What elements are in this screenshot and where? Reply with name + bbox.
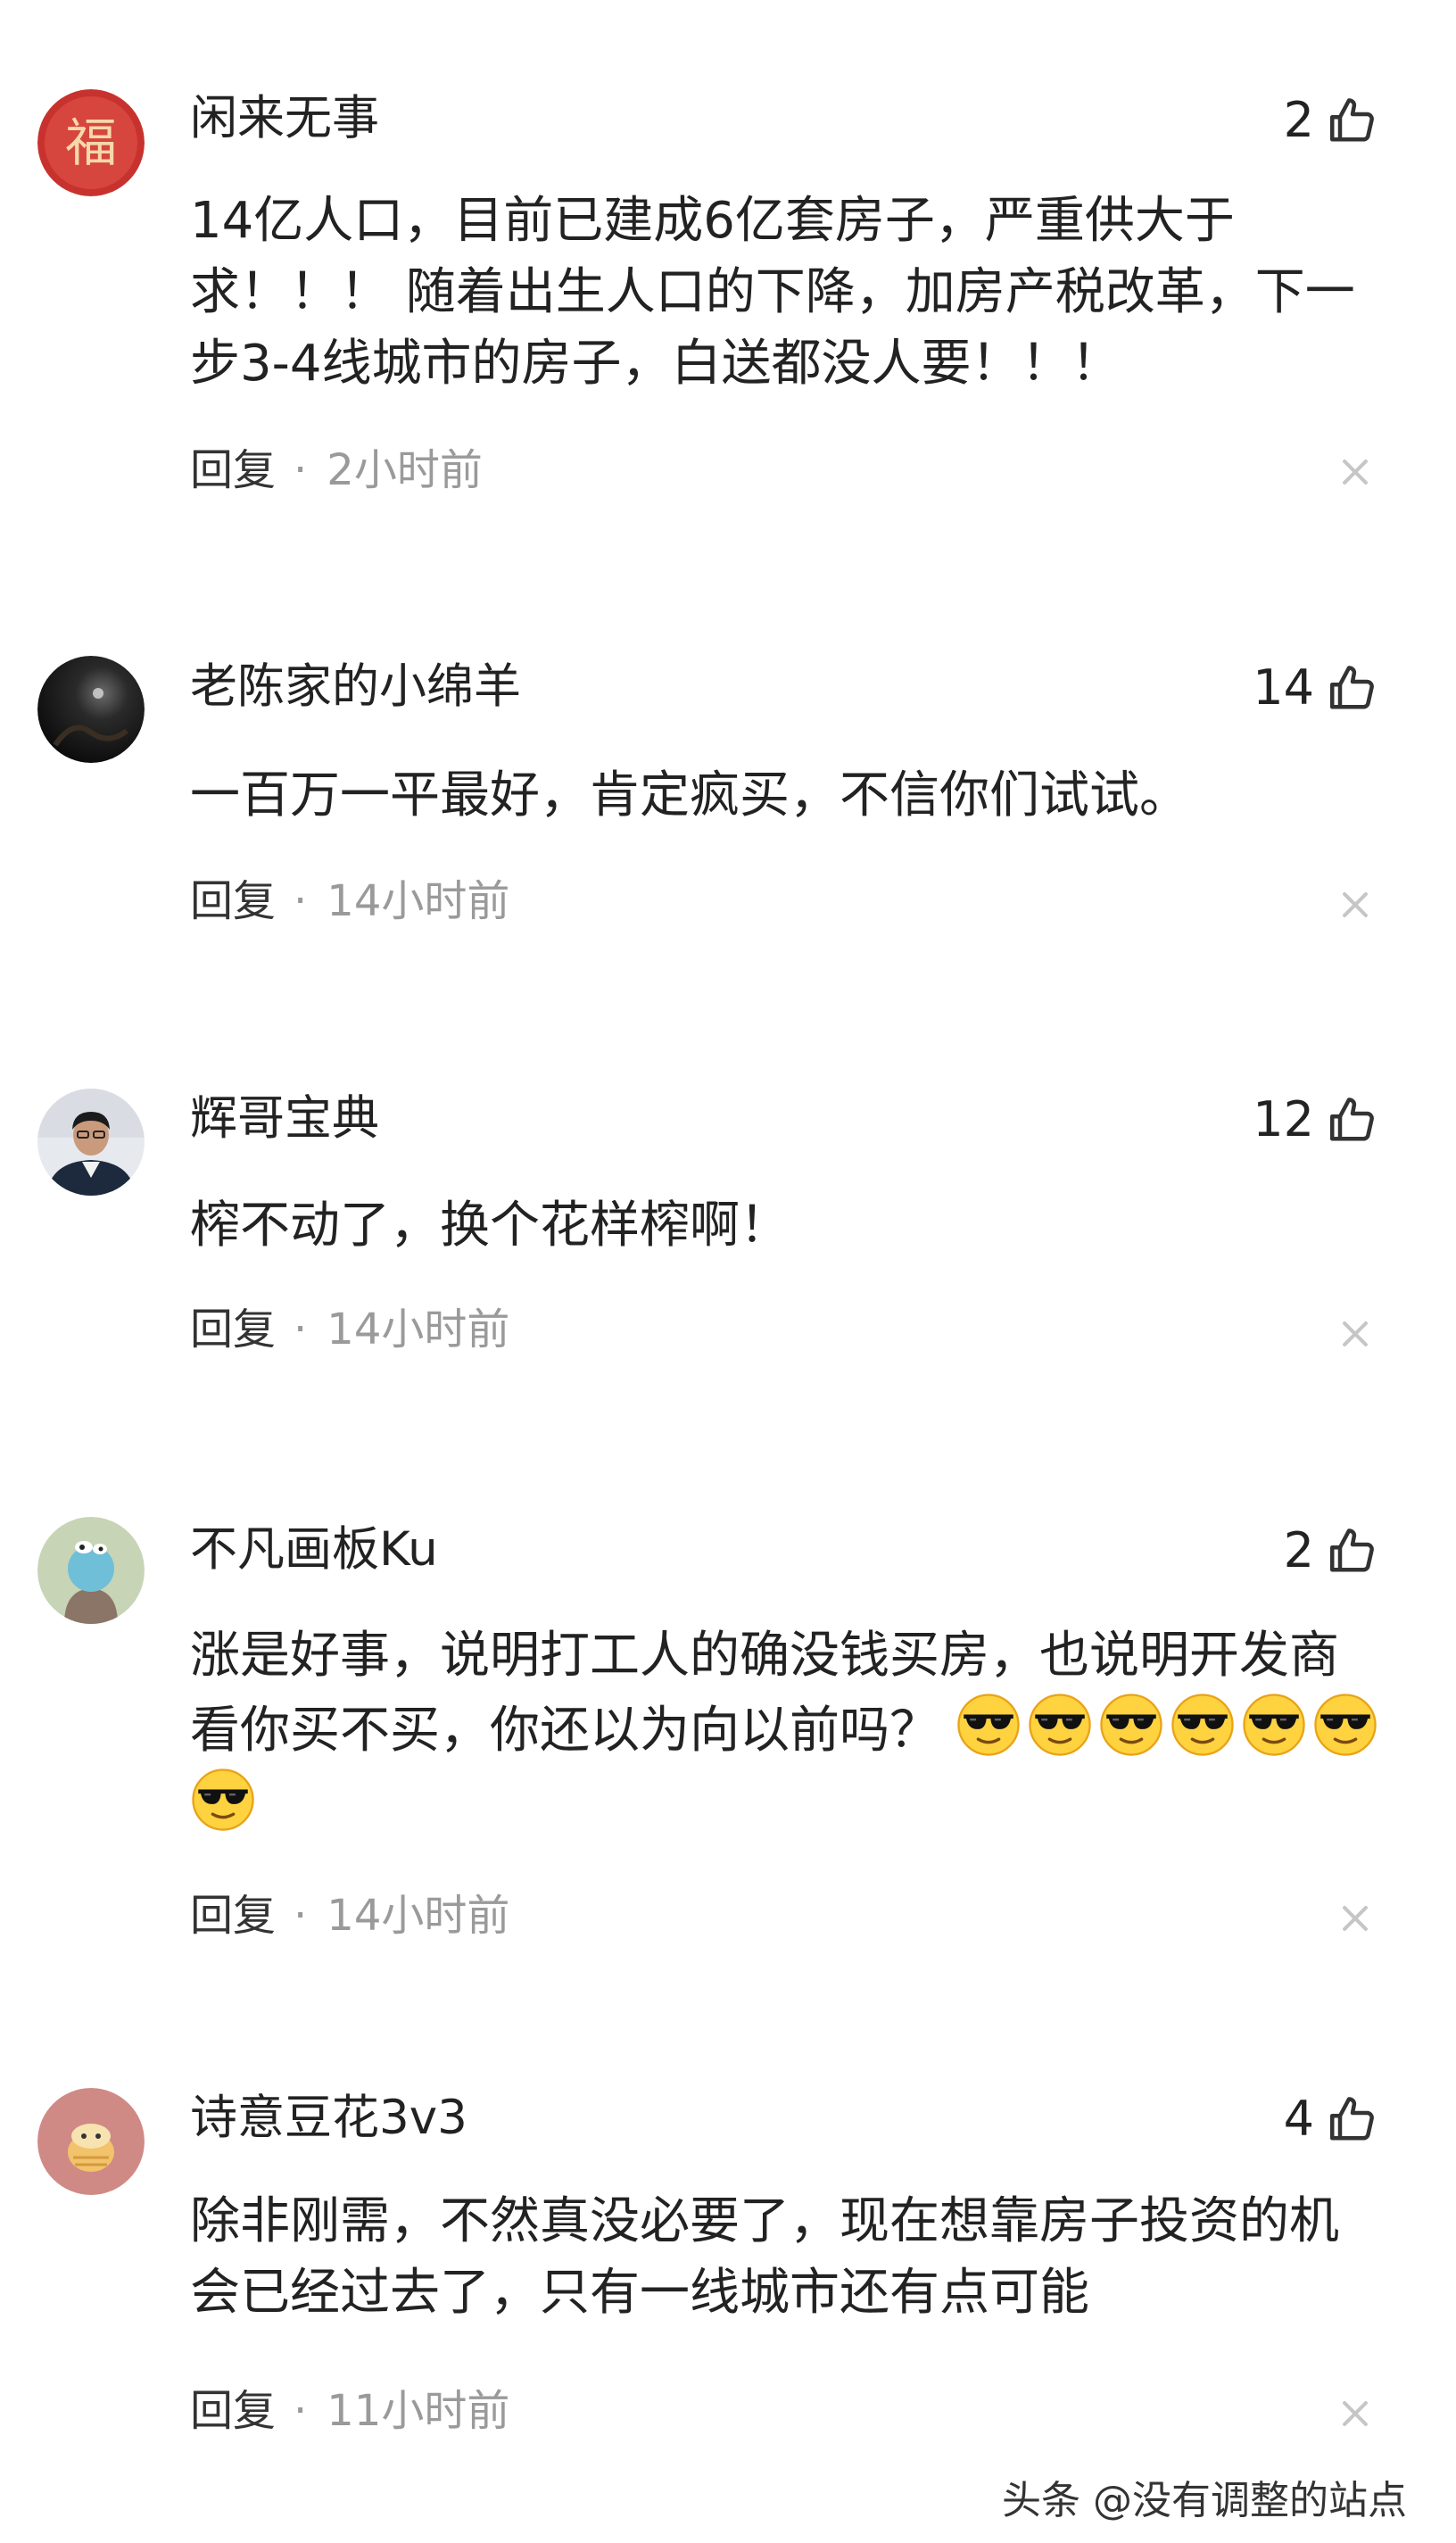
sunglasses-emoji xyxy=(192,1769,254,1831)
thumbs-up-icon xyxy=(1330,666,1374,709)
emoji-row xyxy=(956,1694,1384,1760)
comment-line: 一百万一平最好，肯定疯买，不信你们试试。 xyxy=(190,766,1189,824)
username[interactable]: 老陈家的小绵羊 xyxy=(190,660,521,714)
comment-line: 步3-4线城市的房子，白送都没人要！！！ xyxy=(190,335,1121,393)
comment-text: 14亿人口，目前已建成6亿套房子，严重供大于 求！！！ 随着出生人口的下降，加房… xyxy=(190,186,1386,400)
avatar[interactable] xyxy=(37,656,145,763)
sunglasses-emoji xyxy=(1243,1694,1305,1756)
like-button[interactable]: 2 xyxy=(1284,1522,1380,1579)
thumbs-up-icon xyxy=(1330,1528,1374,1572)
comment-text: 除非刚需，不然真没必要了，现在想靠房子投资的机 会已经过去了，只有一线城市还有点… xyxy=(190,2186,1386,2329)
timestamp: 2小时前 xyxy=(327,445,483,495)
reply-button[interactable]: 回复 xyxy=(190,443,276,497)
username[interactable]: 辉哥宝典 xyxy=(190,1092,379,1146)
comment-line-with-emoji: 看你买不买，你还以为向以前吗？ xyxy=(190,1692,1386,1767)
timestamp: 11小时前 xyxy=(327,2386,510,2436)
avatar[interactable]: 福 xyxy=(37,89,145,196)
timestamp: 14小时前 xyxy=(327,1305,510,1354)
avatar[interactable] xyxy=(37,2088,145,2195)
comment-meta: 回复 · 14小时前 xyxy=(190,1889,509,1942)
timestamp: 14小时前 xyxy=(327,1891,510,1941)
close-icon[interactable] xyxy=(1340,890,1370,920)
reply-button[interactable]: 回复 xyxy=(190,1889,276,1942)
watermark: 头条 @没有调整的站点 xyxy=(1002,2478,1407,2523)
sunglasses-emoji xyxy=(1171,1694,1234,1756)
comment-line: 会已经过去了，只有一线城市还有点可能 xyxy=(190,2264,1089,2322)
like-button[interactable]: 2 xyxy=(1284,92,1380,149)
separator-dot: · xyxy=(294,2386,308,2436)
thumbs-up-icon xyxy=(1330,1098,1374,1141)
comment-line: 14亿人口，目前已建成6亿套房子，严重供大于 xyxy=(190,192,1235,250)
reply-button[interactable]: 回复 xyxy=(190,1303,276,1356)
svg-text:福: 福 xyxy=(65,112,117,173)
like-count: 2 xyxy=(1283,1522,1314,1578)
bean-cartoon-avatar xyxy=(37,2088,145,2195)
comment-text: 涨是好事，说明打工人的确没钱买房，也说明开发商 看你买不买，你还以为向以前吗？ xyxy=(190,1620,1386,1842)
like-button[interactable]: 14 xyxy=(1253,659,1380,717)
sunglasses-emoji xyxy=(1029,1694,1091,1756)
username[interactable]: 闲来无事 xyxy=(190,92,379,145)
separator-dot: · xyxy=(294,1891,308,1941)
comment-line: 涨是好事，说明打工人的确没钱买房，也说明开发商 xyxy=(190,1627,1339,1685)
cartoon-avatar xyxy=(37,1517,145,1624)
sunglasses-emoji xyxy=(957,1694,1020,1756)
separator-dot: · xyxy=(294,445,308,495)
thumbs-up-icon xyxy=(1330,2097,1374,2141)
comment-line: 求！！！ 随着出生人口的下降，加房产税改革，下一 xyxy=(190,263,1355,321)
close-icon[interactable] xyxy=(1340,2398,1370,2429)
avatar[interactable] xyxy=(37,1089,145,1196)
username[interactable]: 不凡画板Ku xyxy=(190,1523,438,1577)
emoji-row xyxy=(190,1769,261,1835)
comment-meta: 回复 · 14小时前 xyxy=(190,1303,509,1356)
like-count: 14 xyxy=(1253,659,1314,716)
separator-dot: · xyxy=(294,876,308,926)
separator-dot: · xyxy=(294,1305,308,1354)
like-button[interactable]: 12 xyxy=(1253,1091,1380,1148)
comment-meta: 回复 · 2小时前 xyxy=(190,443,483,497)
comment-line: 除非刚需，不然真没必要了，现在想靠房子投资的机 xyxy=(190,2192,1339,2250)
like-count: 2 xyxy=(1283,92,1314,148)
sunglasses-emoji xyxy=(1314,1694,1377,1756)
comment-line: 榨不动了，换个花样榨啊！ xyxy=(190,1197,790,1255)
close-icon[interactable] xyxy=(1340,1319,1370,1349)
reply-button[interactable]: 回复 xyxy=(190,874,276,928)
comment-text: 榨不动了，换个花样榨啊！ xyxy=(190,1190,1386,1262)
like-count: 4 xyxy=(1283,2091,1314,2147)
comment-meta: 回复 · 14小时前 xyxy=(190,874,509,928)
comment-meta: 回复 · 11小时前 xyxy=(190,2384,509,2438)
like-button[interactable]: 4 xyxy=(1284,2091,1380,2148)
dark-photo-avatar xyxy=(37,656,145,763)
sunglasses-emoji xyxy=(1100,1694,1162,1756)
person-photo-avatar xyxy=(37,1089,145,1196)
close-icon[interactable] xyxy=(1340,457,1370,487)
comment-text: 一百万一平最好，肯定疯买，不信你们试试。 xyxy=(190,760,1386,832)
fu-character-avatar: 福 xyxy=(37,89,145,196)
timestamp: 14小时前 xyxy=(327,876,510,926)
like-count: 12 xyxy=(1253,1091,1314,1147)
emoji-line xyxy=(190,1767,1386,1842)
thumbs-up-icon xyxy=(1330,98,1374,142)
username[interactable]: 诗意豆花3v3 xyxy=(190,2092,467,2145)
close-icon[interactable] xyxy=(1340,1903,1370,1934)
reply-button[interactable]: 回复 xyxy=(190,2384,276,2438)
comment-line: 看你买不买，你还以为向以前吗？ xyxy=(190,1702,939,1760)
avatar[interactable] xyxy=(37,1517,145,1624)
